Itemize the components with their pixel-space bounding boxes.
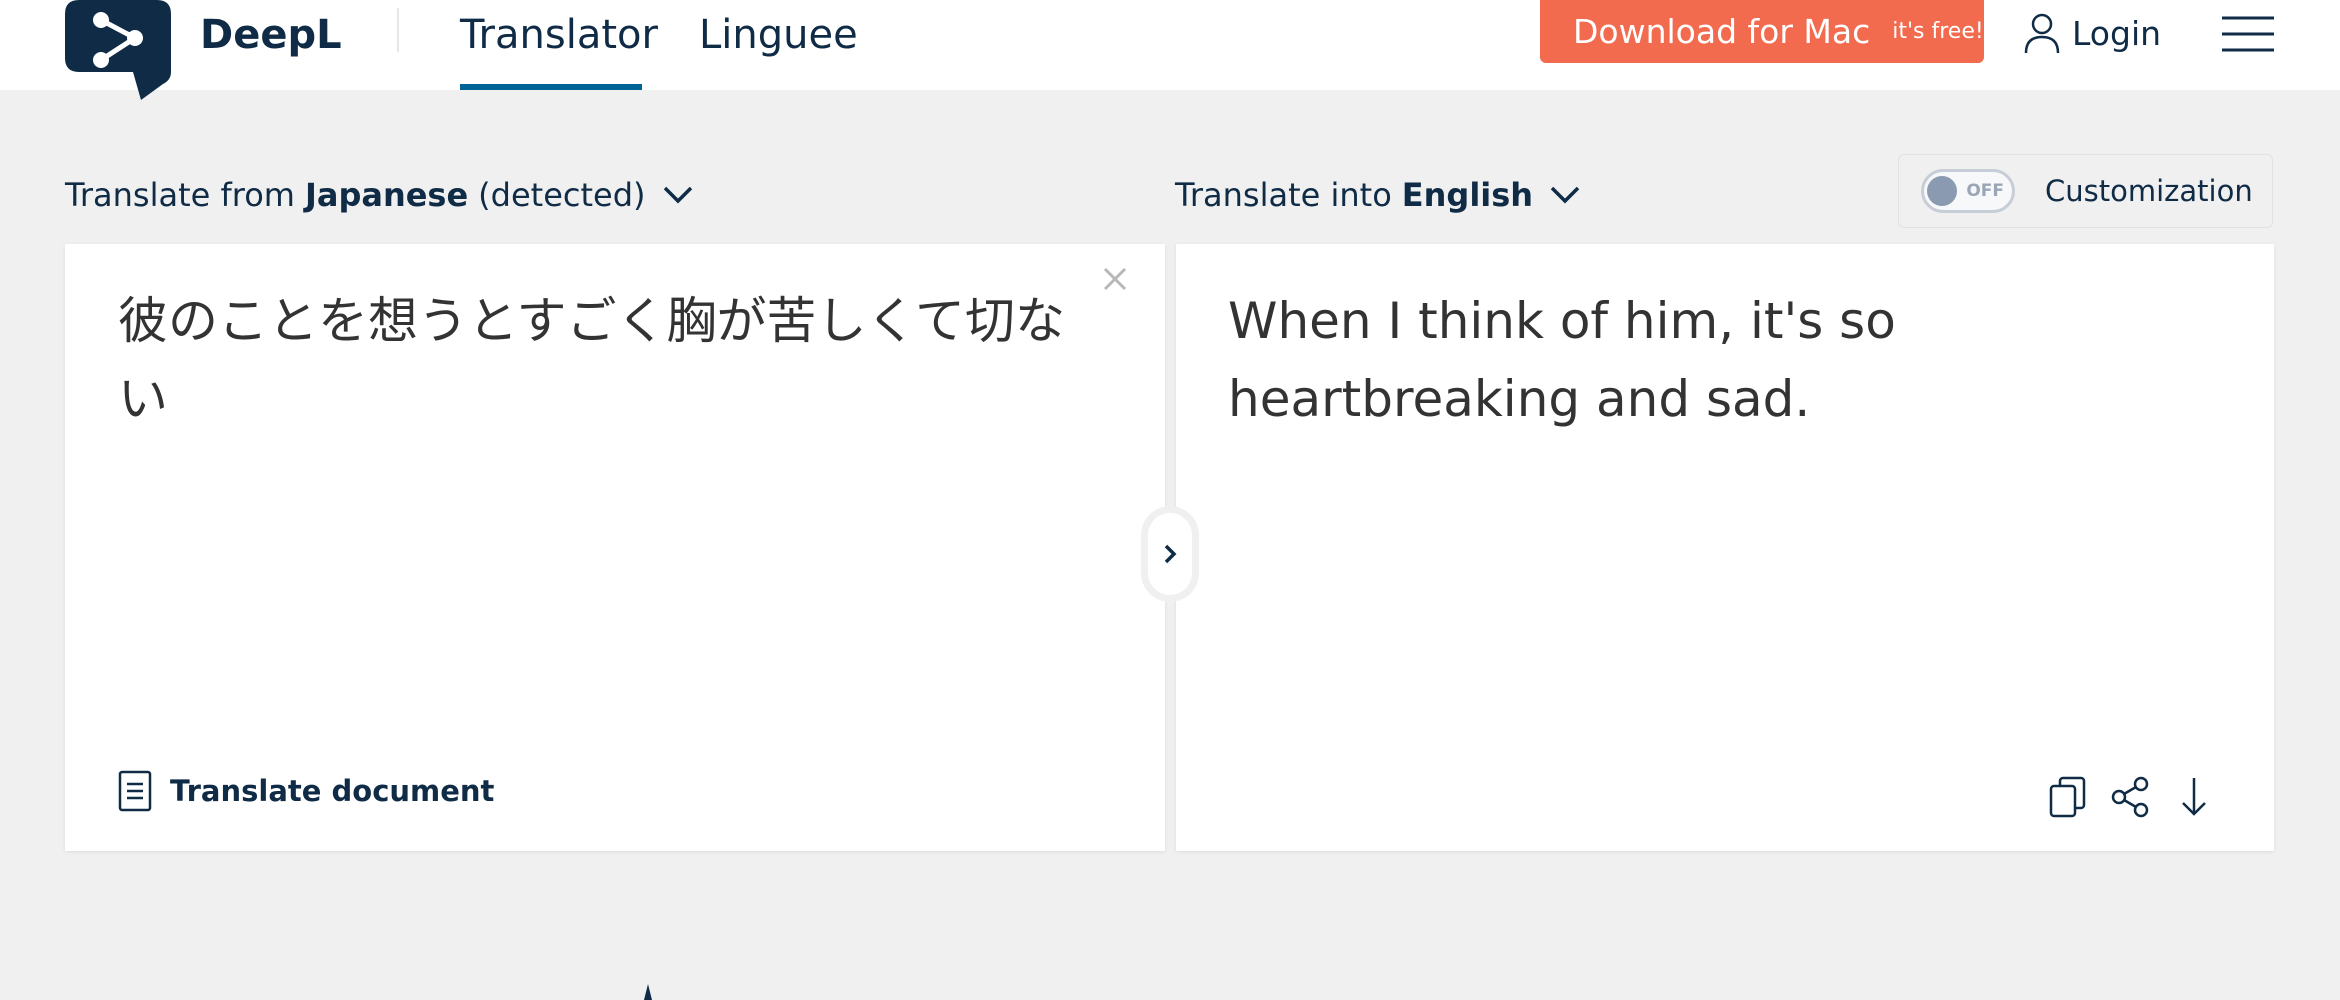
download-icon[interactable] xyxy=(2172,774,2216,820)
chevron-down-icon xyxy=(663,186,692,204)
source-language-prefix: Translate from xyxy=(65,176,295,214)
login-label: Login xyxy=(2072,13,2162,53)
active-tab-indicator xyxy=(460,84,642,90)
deepl-logo-icon[interactable] xyxy=(65,0,171,110)
source-text-input[interactable]: 彼のことを想うとすごく胸が苦しくて切ない xyxy=(118,282,1078,438)
nav-tab-translator[interactable]: Translator xyxy=(460,10,658,60)
download-button-sublabel: it's free! xyxy=(1892,19,1984,44)
share-icon[interactable] xyxy=(2109,774,2153,820)
close-icon[interactable] xyxy=(1100,264,1130,294)
toggle-knob xyxy=(1927,176,1957,206)
output-toolbar xyxy=(2046,774,2235,820)
customization-control: OFF Customization xyxy=(1898,154,2273,228)
source-language-selector[interactable]: Translate from Japanese (detected) xyxy=(65,172,694,218)
header-divider xyxy=(397,8,399,52)
customization-label[interactable]: Customization xyxy=(2045,174,2253,208)
panel-divider-handle[interactable] xyxy=(1141,506,1199,602)
brand-name[interactable]: DeepL xyxy=(200,10,342,60)
document-icon xyxy=(118,770,152,812)
user-icon xyxy=(2024,13,2060,54)
chevron-down-icon xyxy=(1550,186,1580,204)
translate-document-label: Translate document xyxy=(170,774,495,808)
download-button-label: Download for Mac xyxy=(1573,12,1871,51)
source-text-panel: 彼のことを想うとすごく胸が苦しくて切ない Translate document xyxy=(65,244,1165,851)
customization-toggle[interactable]: OFF xyxy=(1921,169,2015,213)
target-language-prefix: Translate into xyxy=(1175,176,1392,214)
login-button[interactable]: Login xyxy=(2022,8,2161,58)
chevron-right-icon xyxy=(1164,544,1177,564)
decorative-spike xyxy=(644,984,652,1000)
source-language-detected: (detected) xyxy=(478,176,646,214)
source-language-name: Japanese xyxy=(304,176,469,214)
hamburger-menu-icon[interactable] xyxy=(2222,14,2274,54)
target-language-name: English xyxy=(1401,176,1534,214)
top-header: DeepL Translator Linguee Download for Ma… xyxy=(0,0,2340,100)
toggle-state-label: OFF xyxy=(1966,181,2004,201)
copy-icon[interactable] xyxy=(2046,774,2090,820)
translation-output: When I think of him, it's so heartbreaki… xyxy=(1228,292,1896,428)
target-language-selector[interactable]: Translate into English xyxy=(1175,172,1581,218)
download-for-mac-button[interactable]: Download for Mac it's free! xyxy=(1540,0,1984,63)
swap-handle-inner xyxy=(1148,513,1192,595)
target-text-panel: When I think of him, it's so heartbreaki… xyxy=(1176,244,2274,851)
nav-tab-linguee[interactable]: Linguee xyxy=(699,10,858,60)
translate-document-button[interactable]: Translate document xyxy=(118,770,494,812)
